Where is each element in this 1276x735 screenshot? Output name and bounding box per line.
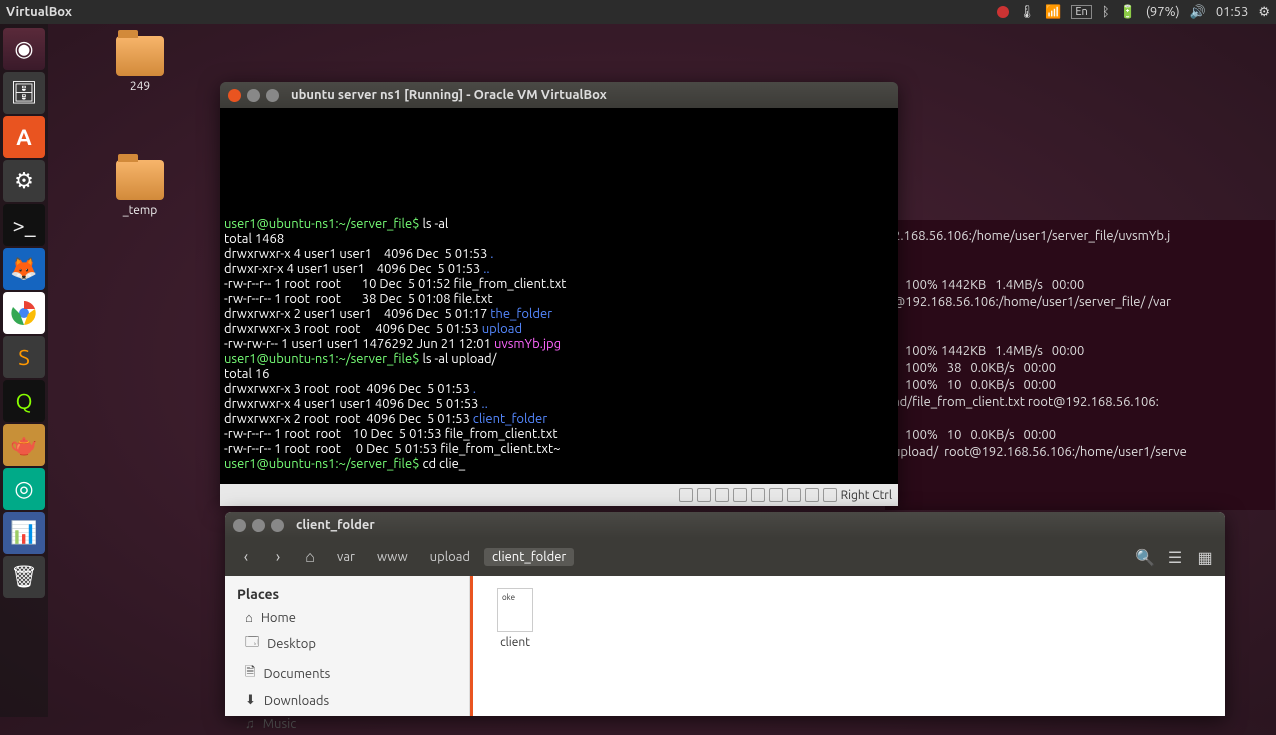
vm-hd-icon[interactable] — [697, 488, 711, 502]
settings-icon[interactable]: ⚙ — [3, 160, 45, 202]
software-center-icon[interactable]: A — [3, 116, 45, 158]
fm-toolbar: ‹ › ⌂ var www upload client_folder 🔍 ☰ ▦ — [225, 538, 1225, 576]
view-grid-icon[interactable]: ▦ — [1193, 545, 1217, 569]
back-button[interactable]: ‹ — [233, 544, 259, 570]
sidebar-desktop[interactable]: 🗔Desktop — [225, 629, 469, 659]
breadcrumb-upload[interactable]: upload — [422, 548, 478, 566]
minimize-button[interactable] — [247, 89, 260, 102]
language-indicator[interactable]: En — [1071, 5, 1091, 19]
sidebar-home[interactable]: ⌂Home — [225, 606, 469, 629]
folder-label: 249 — [130, 80, 150, 93]
fm-file-area[interactable]: client — [470, 576, 1225, 716]
computer-icon[interactable]: ⌂ — [297, 544, 323, 570]
fm-titlebar[interactable]: client_folder — [225, 512, 1225, 538]
vm-key-icon[interactable] — [823, 488, 837, 502]
record-icon[interactable] — [997, 6, 1009, 18]
file-manager-window: client_folder ‹ › ⌂ var www upload clien… — [225, 512, 1225, 716]
maximize-button[interactable] — [266, 89, 279, 102]
close-button[interactable] — [233, 519, 246, 532]
file-icon — [497, 588, 533, 632]
virtualbox-vm-window: ubuntu server ns1 [Running] - Oracle VM … — [220, 82, 898, 506]
dash-icon[interactable]: ◉ — [3, 28, 45, 70]
file-label: client — [500, 636, 530, 649]
system-tray: 🌡 📶 En ᛒ 🔋 (97%) 🔊 01:53 ⚙ — [997, 5, 1270, 20]
teapot-icon[interactable]: 🫖 — [3, 424, 45, 466]
documents-icon: 🗎 — [245, 663, 255, 685]
vm-display-icon[interactable] — [769, 488, 783, 502]
fm-window-title: client_folder — [296, 518, 375, 532]
background-terminal[interactable]: 2.168.56.106:/home/user1/server_file/uvs… — [885, 220, 1275, 510]
sublime-icon[interactable]: S — [3, 336, 45, 378]
desktop-icon: 🗔 — [245, 633, 259, 655]
vm-terminal-output[interactable]: user1@ubuntu-ns1:~/server_file$ ls -al t… — [220, 108, 898, 484]
battery-icon[interactable]: 🔋 — [1120, 5, 1136, 20]
top-menu-bar: VirtualBox 🌡 📶 En ᛒ 🔋 (97%) 🔊 01:53 ⚙ — [0, 0, 1276, 24]
folder-label: _temp — [123, 204, 158, 217]
folder-icon — [116, 36, 164, 76]
sidebar-header: Places — [225, 582, 469, 606]
clock[interactable]: 01:53 — [1216, 5, 1249, 19]
vm-status-bar: Right Ctrl — [220, 484, 898, 506]
search-icon[interactable]: 🔍 — [1133, 545, 1157, 569]
breadcrumb-clientfolder[interactable]: client_folder — [484, 548, 574, 566]
close-button[interactable] — [228, 89, 241, 102]
sidebar-documents[interactable]: 🗎Documents — [225, 659, 469, 689]
breadcrumb-var[interactable]: var — [329, 548, 363, 566]
trash-icon[interactable]: 🗑 — [3, 556, 45, 598]
app-title: VirtualBox — [6, 5, 72, 19]
firefox-icon[interactable]: 🦊 — [3, 248, 45, 290]
files-icon[interactable]: 🗄 — [3, 72, 45, 114]
app-green-icon[interactable]: ◎ — [3, 468, 45, 510]
vm-window-title: ubuntu server ns1 [Running] - Oracle VM … — [291, 88, 607, 102]
vm-cd-icon[interactable] — [679, 488, 693, 502]
fm-sidebar: Places ⌂Home 🗔Desktop 🗎Documents ⬇Downlo… — [225, 576, 470, 716]
vm-shared-icon[interactable] — [751, 488, 765, 502]
maximize-button[interactable] — [271, 519, 284, 532]
vm-rec-icon[interactable] — [787, 488, 801, 502]
chrome-icon[interactable] — [3, 292, 45, 334]
vm-hostkey-label: Right Ctrl — [841, 489, 892, 502]
vm-usb-icon[interactable] — [733, 488, 747, 502]
gear-icon[interactable]: ⚙ — [1258, 5, 1270, 20]
battery-percent: (97%) — [1146, 5, 1180, 19]
view-list-icon[interactable]: ☰ — [1163, 545, 1187, 569]
desktop-folder-249[interactable]: 249 — [110, 36, 170, 93]
desktop-folder-temp[interactable]: _temp — [110, 160, 170, 217]
music-icon: ♫ — [245, 716, 255, 731]
sidebar-downloads[interactable]: ⬇Downloads — [225, 689, 469, 712]
bluetooth-icon[interactable]: ᛒ — [1102, 5, 1110, 19]
volume-icon[interactable]: 🔊 — [1190, 5, 1206, 20]
home-icon: ⌂ — [245, 610, 253, 625]
folder-icon — [116, 160, 164, 200]
vm-titlebar[interactable]: ubuntu server ns1 [Running] - Oracle VM … — [220, 82, 898, 108]
thermometer-icon[interactable]: 🌡 — [1019, 5, 1036, 20]
minimize-button[interactable] — [252, 519, 265, 532]
file-client[interactable]: client — [485, 588, 545, 649]
unity-launcher: ◉ 🗄 A ⚙ >_ 🦊 S Q 🫖 ◎ 📊 🗑 — [0, 24, 48, 717]
vm-mouse-icon[interactable] — [805, 488, 819, 502]
downloads-icon: ⬇ — [245, 693, 256, 708]
vm-net-icon[interactable] — [715, 488, 729, 502]
breadcrumb-www[interactable]: www — [369, 548, 416, 566]
app-q-icon[interactable]: Q — [3, 380, 45, 422]
app-blue-icon[interactable]: 📊 — [3, 512, 45, 554]
forward-button[interactable]: › — [265, 544, 291, 570]
wifi-icon[interactable]: 📶 — [1045, 5, 1061, 20]
terminal-icon[interactable]: >_ — [3, 204, 45, 246]
sidebar-music[interactable]: ♫Music — [225, 712, 469, 735]
